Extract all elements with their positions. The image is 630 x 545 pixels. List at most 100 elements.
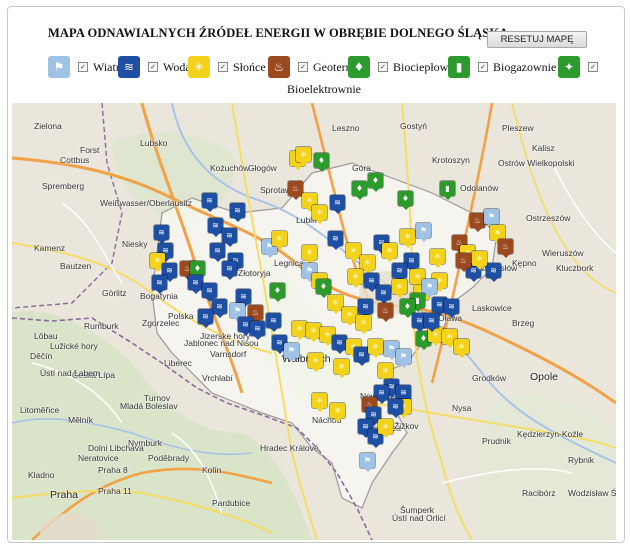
marker-slonce[interactable]: ☀ xyxy=(392,279,407,298)
marker-geotermia[interactable]: ♨ xyxy=(498,239,513,258)
marker-pointer xyxy=(427,328,436,332)
legend-checkbox-bioelektrownie[interactable]: ✓ xyxy=(588,62,598,72)
legend-item-slonce[interactable]: ☀ ✓ Słońce xyxy=(188,56,266,78)
marker-pointer xyxy=(433,264,442,268)
marker-slonce[interactable]: ☀ xyxy=(312,393,327,412)
marker-slonce[interactable]: ☀ xyxy=(378,419,393,438)
map-place-label: Gostyń xyxy=(400,121,427,131)
marker-woda[interactable]: ≋ xyxy=(154,225,169,244)
water-dam-icon: ≋ xyxy=(202,193,217,208)
marker-biogazownie[interactable]: ▮ xyxy=(440,181,455,200)
marker-slonce[interactable]: ☀ xyxy=(272,231,287,250)
marker-woda[interactable]: ≋ xyxy=(188,275,203,294)
marker-biocieplownie[interactable]: ♦ xyxy=(270,283,285,302)
marker-wiatr[interactable]: ⚑ xyxy=(284,343,299,362)
marker-wiatr[interactable]: ⚑ xyxy=(360,453,375,472)
marker-woda[interactable]: ≋ xyxy=(212,299,227,318)
marker-slonce[interactable]: ☀ xyxy=(368,339,383,358)
marker-wiatr[interactable]: ⚑ xyxy=(396,349,411,368)
marker-woda[interactable]: ≋ xyxy=(250,321,265,340)
legend-item-biogazownie[interactable]: ▮ ✓ Biogazownie xyxy=(448,56,556,78)
water-dam-icon: ≋ xyxy=(222,228,237,243)
marker-pointer xyxy=(315,408,324,412)
marker-slonce[interactable]: ☀ xyxy=(312,205,327,224)
marker-slonce[interactable]: ☀ xyxy=(454,339,469,358)
marker-woda[interactable]: ≋ xyxy=(376,285,391,304)
map-area[interactable]: Zielona Lubsko Forst Cottbus Kożuchów Sprembe… xyxy=(12,103,616,540)
marker-pointer xyxy=(275,246,284,250)
marker-slonce[interactable]: ☀ xyxy=(308,353,323,372)
marker-woda[interactable]: ≋ xyxy=(198,309,213,328)
marker-geotermia[interactable]: ♨ xyxy=(378,303,393,322)
marker-woda[interactable]: ≋ xyxy=(328,231,343,250)
marker-woda[interactable]: ≋ xyxy=(444,299,459,318)
marker-pointer xyxy=(331,310,340,314)
marker-pointer xyxy=(225,243,234,247)
legend-checkbox-slonce[interactable]: ✓ xyxy=(218,62,228,72)
marker-slonce[interactable]: ☀ xyxy=(348,269,363,288)
marker-woda[interactable]: ≋ xyxy=(354,347,369,366)
marker-woda[interactable]: ≋ xyxy=(152,275,167,294)
legend-checkbox-biocieplownie[interactable]: ✓ xyxy=(378,62,388,72)
marker-geotermia[interactable]: ♨ xyxy=(288,181,303,200)
marker-slonce[interactable]: ☀ xyxy=(342,307,357,326)
marker-slonce[interactable]: ☀ xyxy=(346,243,361,262)
marker-biocieplownie[interactable]: ♦ xyxy=(398,191,413,210)
marker-pointer xyxy=(269,328,278,332)
marker-woda[interactable]: ≋ xyxy=(330,195,345,214)
marker-woda[interactable]: ≋ xyxy=(424,313,439,332)
marker-woda[interactable]: ≋ xyxy=(388,399,403,418)
marker-woda[interactable]: ≋ xyxy=(210,243,225,262)
marker-woda[interactable]: ≋ xyxy=(332,335,347,354)
marker-biocieplownie[interactable]: ♦ xyxy=(368,173,383,192)
water-dam-icon: ≋ xyxy=(330,195,345,210)
sun-icon: ☀ xyxy=(308,353,323,368)
marker-slonce[interactable]: ☀ xyxy=(382,243,397,262)
reset-map-button[interactable]: RESETUJ MAPĘ xyxy=(487,31,587,48)
sun-icon: ☀ xyxy=(368,339,383,354)
map-place-label: Wieruszów xyxy=(542,248,584,258)
marker-woda[interactable]: ≋ xyxy=(266,313,281,332)
legend-checkbox-wiatr[interactable]: ✓ xyxy=(78,62,88,72)
marker-woda[interactable]: ≋ xyxy=(230,203,245,222)
marker-slonce[interactable]: ☀ xyxy=(302,245,317,264)
sun-icon: ☀ xyxy=(378,363,393,378)
marker-wiatr[interactable]: ⚑ xyxy=(416,223,431,242)
marker-geotermia[interactable]: ♨ xyxy=(456,253,471,272)
marker-woda[interactable]: ≋ xyxy=(208,218,223,237)
legend-item-wiatr[interactable]: ⚑ ✓ Wiatr xyxy=(48,56,120,78)
marker-woda[interactable]: ≋ xyxy=(486,263,501,282)
marker-slonce[interactable]: ☀ xyxy=(400,229,415,248)
marker-slonce[interactable]: ☀ xyxy=(330,403,345,422)
marker-slonce[interactable]: ☀ xyxy=(472,251,487,270)
map-place-label: Spremberg xyxy=(42,181,85,191)
legend-checkbox-biogazownie[interactable]: ✓ xyxy=(478,62,488,72)
marker-slonce[interactable]: ☀ xyxy=(328,295,343,314)
geothermal-icon: ♨ xyxy=(498,239,513,254)
marker-slonce[interactable]: ☀ xyxy=(292,321,307,340)
marker-pointer xyxy=(253,336,262,340)
map-place-label: Legnica xyxy=(274,258,304,268)
marker-biocieplownie[interactable]: ♦ xyxy=(352,181,367,200)
marker-woda[interactable]: ≋ xyxy=(222,261,237,280)
legend-item-bioelektrownie[interactable]: ✦ ✓ xyxy=(558,56,603,78)
marker-geotermia[interactable]: ♨ xyxy=(470,213,485,232)
geothermal-icon: ♨ xyxy=(456,253,471,268)
map-place-label: Prudnik xyxy=(482,436,511,446)
marker-pointer xyxy=(309,338,318,342)
marker-slonce[interactable]: ☀ xyxy=(296,147,311,166)
legend-checkbox-geotermia[interactable]: ✓ xyxy=(298,62,308,72)
geothermal-icon: ♨ xyxy=(268,56,290,78)
marker-slonce[interactable]: ☀ xyxy=(306,323,321,342)
marker-woda[interactable]: ≋ xyxy=(202,193,217,212)
water-dam-icon: ≋ xyxy=(250,321,265,336)
marker-slonce[interactable]: ☀ xyxy=(334,359,349,378)
marker-slonce[interactable]: ☀ xyxy=(430,249,445,268)
legend-item-woda[interactable]: ≋ ✓ Woda xyxy=(118,56,191,78)
map-place-label: Děčín xyxy=(30,351,53,361)
legend-label-wiatr: Wiatr xyxy=(93,59,120,74)
marker-slonce[interactable]: ☀ xyxy=(356,315,371,334)
legend-checkbox-woda[interactable]: ✓ xyxy=(148,62,158,72)
legend-item-biocieplownie[interactable]: ♦ ✓ Biociepłownie xyxy=(348,56,463,78)
marker-biocieplownie[interactable]: ♦ xyxy=(314,153,329,172)
